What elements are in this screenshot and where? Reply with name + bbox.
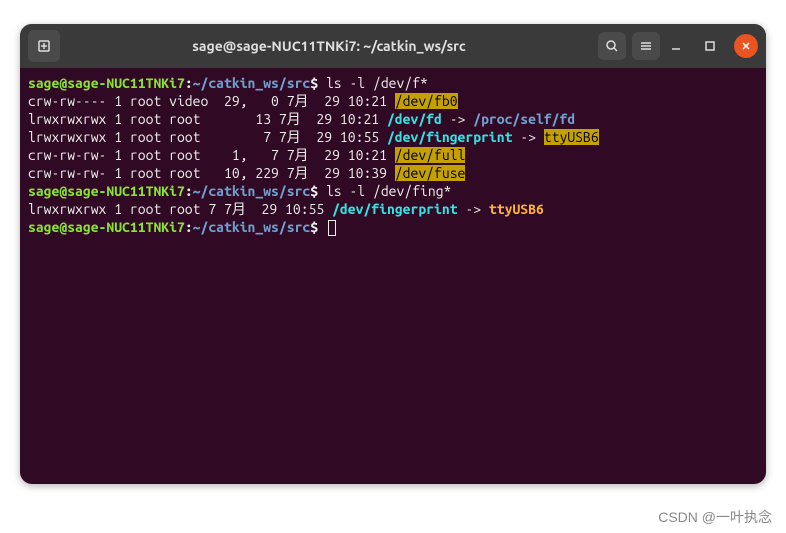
maximize-icon — [704, 40, 716, 52]
prompt-user: sage@sage-NUC11TNKi7 — [28, 75, 185, 91]
output-line-3: lrwxrwxrwx 1 root root 7 7月 29 10:55 /de… — [28, 128, 758, 146]
command-2: ls -l /dev/fing* — [318, 183, 451, 199]
prompt-sep: : — [185, 75, 193, 91]
watermark: CSDN @一叶执念 — [658, 507, 772, 527]
search-button[interactable] — [598, 32, 626, 60]
minimize-icon — [670, 40, 682, 52]
output-line-6: lrwxrwxrwx 1 root root 7 7月 29 10:55 /de… — [28, 200, 758, 218]
cursor — [328, 220, 336, 236]
prompt-line-2: sage@sage-NUC11TNKi7:~/catkin_ws/src$ ls… — [28, 182, 758, 200]
file-fb0: /dev/fb0 — [395, 93, 458, 109]
terminal-body[interactable]: sage@sage-NUC11TNKi7:~/catkin_ws/src$ ls… — [20, 68, 766, 484]
minimize-button[interactable] — [666, 36, 686, 56]
titlebar: sage@sage-NUC11TNKi7: ~/catkin_ws/src — [20, 24, 766, 68]
close-icon — [741, 41, 751, 51]
hamburger-icon — [639, 39, 653, 53]
search-icon — [605, 39, 619, 53]
prompt-line-1: sage@sage-NUC11TNKi7:~/catkin_ws/src$ ls… — [28, 74, 758, 92]
prompt-dollar: $ — [310, 75, 318, 91]
window-title: sage@sage-NUC11TNKi7: ~/catkin_ws/src — [66, 38, 592, 54]
maximize-button[interactable] — [700, 36, 720, 56]
prompt-line-3: sage@sage-NUC11TNKi7:~/catkin_ws/src$ — [28, 218, 758, 236]
target-proc: /proc/self/fd — [473, 111, 575, 127]
prompt-path: ~/catkin_ws/src — [193, 75, 311, 91]
close-button[interactable] — [734, 34, 758, 58]
file-fingerprint: /dev/fingerprint — [387, 129, 512, 145]
target-tty-2: ttyUSB6 — [489, 201, 544, 217]
file-fd: /dev/fd — [387, 111, 442, 127]
target-tty: ttyUSB6 — [544, 129, 599, 145]
file-fuse: /dev/fuse — [395, 165, 466, 181]
output-line-5: crw-rw-rw- 1 root root 10, 229 7月 29 10:… — [28, 164, 758, 182]
command-1: ls -l /dev/f* — [318, 75, 428, 91]
window-controls — [666, 34, 758, 58]
output-line-4: crw-rw-rw- 1 root root 1, 7 7月 29 10:21 … — [28, 146, 758, 164]
new-tab-button[interactable] — [28, 30, 60, 62]
file-full: /dev/full — [395, 147, 466, 163]
terminal-window: sage@sage-NUC11TNKi7: ~/catkin_ws/src — [20, 24, 766, 484]
file-fingerprint-2: /dev/fingerprint — [332, 201, 457, 217]
output-line-2: lrwxrwxrwx 1 root root 13 7月 29 10:21 /d… — [28, 110, 758, 128]
output-line-1: crw-rw---- 1 root video 29, 0 7月 29 10:2… — [28, 92, 758, 110]
menu-button[interactable] — [632, 32, 660, 60]
new-tab-icon — [37, 39, 51, 53]
